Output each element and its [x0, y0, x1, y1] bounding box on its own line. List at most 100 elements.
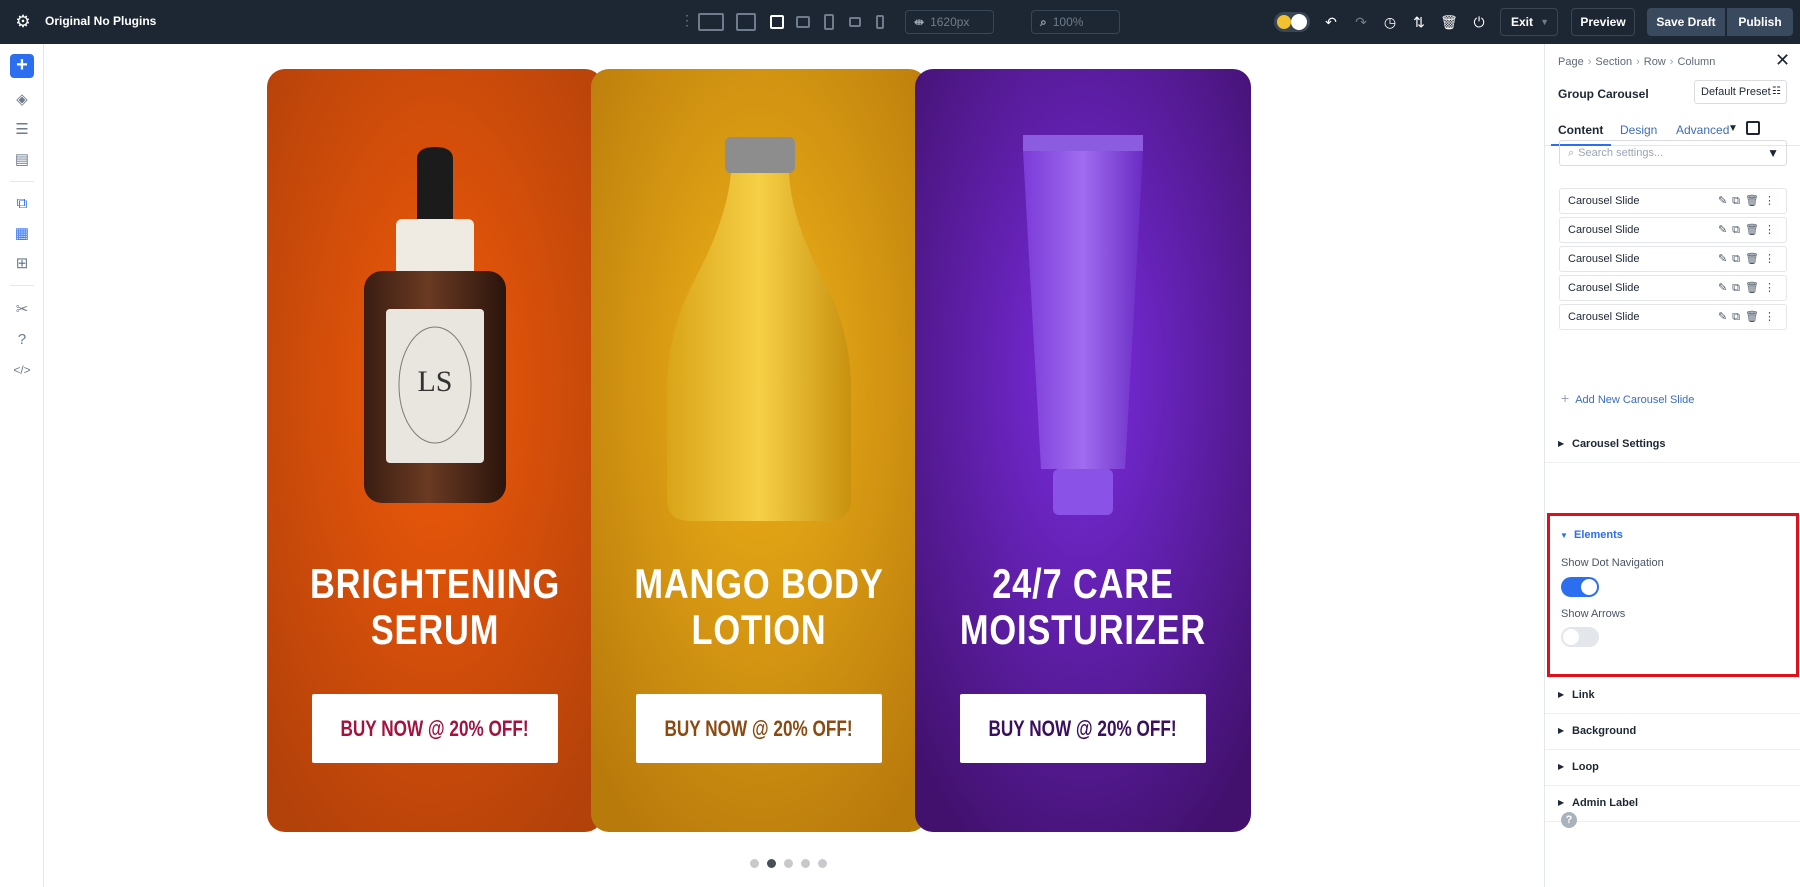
sort-arrows-icon[interactable]: ⇅: [1410, 13, 1428, 31]
carousel-dot[interactable]: [750, 859, 759, 868]
desktop-wide-icon[interactable]: [698, 13, 724, 31]
theme-toggle[interactable]: [1274, 12, 1310, 32]
carousel-dot[interactable]: [784, 859, 793, 868]
caret-right-icon: ▶: [1558, 726, 1565, 735]
laptop-icon[interactable]: [770, 15, 784, 29]
section-link[interactable]: ▶ Link: [1545, 678, 1800, 714]
sun-icon: [1277, 15, 1291, 29]
redo-icon[interactable]: ↷: [1352, 13, 1370, 31]
layers-icon[interactable]: ◈: [12, 90, 32, 110]
portability-icon[interactable]: ⧉: [12, 194, 32, 214]
breadcrumb-section[interactable]: Section: [1595, 56, 1632, 68]
layout-icon[interactable]: ▤: [12, 150, 32, 170]
top-bar: ⚙ Original No Plugins ⋮ ⇹ 1620px ⌕ 100% ↶ …: [0, 0, 1800, 44]
elements-section-title[interactable]: Elements: [1574, 529, 1623, 541]
search-settings-input[interactable]: ⌕ Search settings... ▼: [1559, 140, 1787, 166]
tablet-portrait-icon[interactable]: [824, 14, 834, 30]
canvas-width-field[interactable]: ⇹ 1620px: [905, 10, 994, 34]
builder-canvas: LS BRIGHTENING SERUM BUY NOW @ 20% OFF! …: [44, 44, 1583, 887]
phone-portrait-icon[interactable]: [876, 15, 884, 29]
history-clock-icon[interactable]: ◷: [1381, 13, 1399, 31]
tablet-landscape-icon[interactable]: [796, 16, 810, 28]
slide-actions[interactable]: ✎⧉🗑⋮: [1718, 247, 1780, 271]
slide-actions[interactable]: ✎⧉🗑⋮: [1718, 276, 1780, 300]
section-admin-label[interactable]: ▶ Admin Label: [1545, 786, 1800, 822]
tools-icon[interactable]: ✂: [12, 300, 32, 320]
settings-panel: Page › Section › Row › Column ✕ Group Carousel…: [1544, 44, 1800, 887]
plus-icon: +: [1561, 390, 1570, 406]
undo-icon[interactable]: ↶: [1322, 13, 1340, 31]
carousel-dot[interactable]: [818, 859, 827, 868]
carousel-slide-item[interactable]: Carousel Slide ✎⧉🗑⋮: [1559, 275, 1787, 301]
theme-builder-icon[interactable]: ⊞: [12, 254, 32, 274]
section-elements: ▼ Elements Show Dot Navigation Show Arro…: [1547, 513, 1799, 677]
zoom-field[interactable]: ⌕ 100%: [1031, 10, 1120, 34]
tabs-dropdown-icon[interactable]: ▼: [1728, 123, 1738, 134]
show-dot-navigation-label: Show Dot Navigation: [1561, 557, 1664, 569]
filter-icon[interactable]: ▼: [1767, 141, 1779, 165]
caret-right-icon: ▶: [1558, 690, 1565, 699]
preset-settings-icon: ☷: [1772, 86, 1781, 97]
tab-advanced[interactable]: Advanced: [1676, 123, 1729, 137]
code-icon[interactable]: </>: [12, 360, 32, 380]
page-templates-icon[interactable]: ▦: [12, 224, 32, 244]
breadcrumb-row[interactable]: Row: [1644, 56, 1666, 68]
breadcrumb-page[interactable]: Page: [1558, 56, 1584, 68]
desktop-icon[interactable]: [736, 13, 756, 31]
preview-button[interactable]: Preview: [1571, 8, 1635, 36]
carousel-card-serum[interactable]: LS BRIGHTENING SERUM BUY NOW @ 20% OFF!: [267, 69, 603, 832]
slide-actions[interactable]: ✎⧉🗑⋮: [1718, 218, 1780, 242]
carousel-slide-item[interactable]: Carousel Slide ✎⧉🗑⋮: [1559, 188, 1787, 214]
buy-now-button[interactable]: BUY NOW @ 20% OFF!: [312, 694, 558, 763]
save-draft-button[interactable]: Save Draft: [1647, 8, 1725, 36]
tab-design[interactable]: Design: [1620, 123, 1657, 137]
caret-right-icon: ▶: [1558, 439, 1565, 448]
settings-gear-icon[interactable]: ⚙: [13, 12, 33, 32]
breadcrumb: Page › Section › Row › Column: [1558, 56, 1716, 68]
breadcrumb-column[interactable]: Column: [1677, 56, 1715, 68]
slide-actions[interactable]: ✎⧉🗑⋮: [1718, 305, 1780, 329]
module-name: Group Carousel: [1558, 87, 1649, 101]
theme-toggle-knob: [1291, 14, 1307, 30]
left-toolbar: + ◈ ☰ ▤ ⧉ ▦ ⊞ ✂ ? </>: [0, 44, 44, 887]
add-carousel-slide-button[interactable]: + Add New Carousel Slide: [1561, 390, 1694, 406]
toggle-knob: [1581, 579, 1597, 595]
add-module-button[interactable]: +: [10, 54, 34, 78]
carousel-slide-item[interactable]: Carousel Slide ✎⧉🗑⋮: [1559, 246, 1787, 272]
buy-now-button[interactable]: BUY NOW @ 20% OFF!: [960, 694, 1206, 763]
show-arrows-toggle[interactable]: [1561, 627, 1599, 647]
carousel-dot[interactable]: [767, 859, 776, 868]
expand-panel-icon[interactable]: [1746, 121, 1760, 135]
show-dot-navigation-toggle[interactable]: [1561, 577, 1599, 597]
section-loop[interactable]: ▶ Loop: [1545, 750, 1800, 786]
more-options-icon[interactable]: ⋮: [680, 12, 694, 29]
search-icon: ⌕: [1568, 147, 1575, 159]
label-monogram: LS: [417, 365, 452, 398]
help-question-icon[interactable]: ?: [12, 330, 32, 350]
caret-right-icon: ▶: [1558, 798, 1565, 807]
close-icon[interactable]: ✕: [1775, 50, 1790, 71]
buy-now-button[interactable]: BUY NOW @ 20% OFF!: [636, 694, 882, 763]
section-carousel-settings[interactable]: ▶ Carousel Settings: [1545, 427, 1800, 463]
page-title: Original No Plugins: [45, 14, 157, 28]
card-title: BRIGHTENING SERUM: [309, 560, 561, 653]
slide-actions[interactable]: ✎⧉🗑⋮: [1718, 189, 1780, 213]
exit-button[interactable]: Exit ▼: [1500, 8, 1558, 36]
section-background[interactable]: ▶ Background: [1545, 714, 1800, 750]
width-icon: ⇹: [914, 15, 925, 29]
carousel-card-lotion[interactable]: MANGO BODY LOTION BUY NOW @ 20% OFF!: [591, 69, 927, 832]
carousel-slide-item[interactable]: Carousel Slide ✎⧉🗑⋮: [1559, 217, 1787, 243]
preset-select[interactable]: Default Preset ☷: [1694, 80, 1787, 104]
trash-icon[interactable]: 🗑: [1440, 13, 1458, 31]
database-icon[interactable]: ☰: [12, 120, 32, 140]
carousel-dot[interactable]: [801, 859, 810, 868]
exit-dropdown-icon[interactable]: ▼: [1540, 9, 1549, 35]
caret-down-icon[interactable]: ▼: [1560, 531, 1568, 540]
carousel-card-moisturizer[interactable]: 24/7 CARE MOISTURIZER BUY NOW @ 20% OFF!: [915, 69, 1251, 832]
phone-landscape-icon[interactable]: [849, 17, 861, 27]
publish-button[interactable]: Publish: [1727, 8, 1793, 36]
tab-content[interactable]: Content: [1558, 123, 1603, 137]
power-icon[interactable]: ⏻: [1470, 13, 1488, 31]
help-icon[interactable]: ?: [1561, 812, 1577, 828]
carousel-slide-item[interactable]: Carousel Slide ✎⧉🗑⋮: [1559, 304, 1787, 330]
